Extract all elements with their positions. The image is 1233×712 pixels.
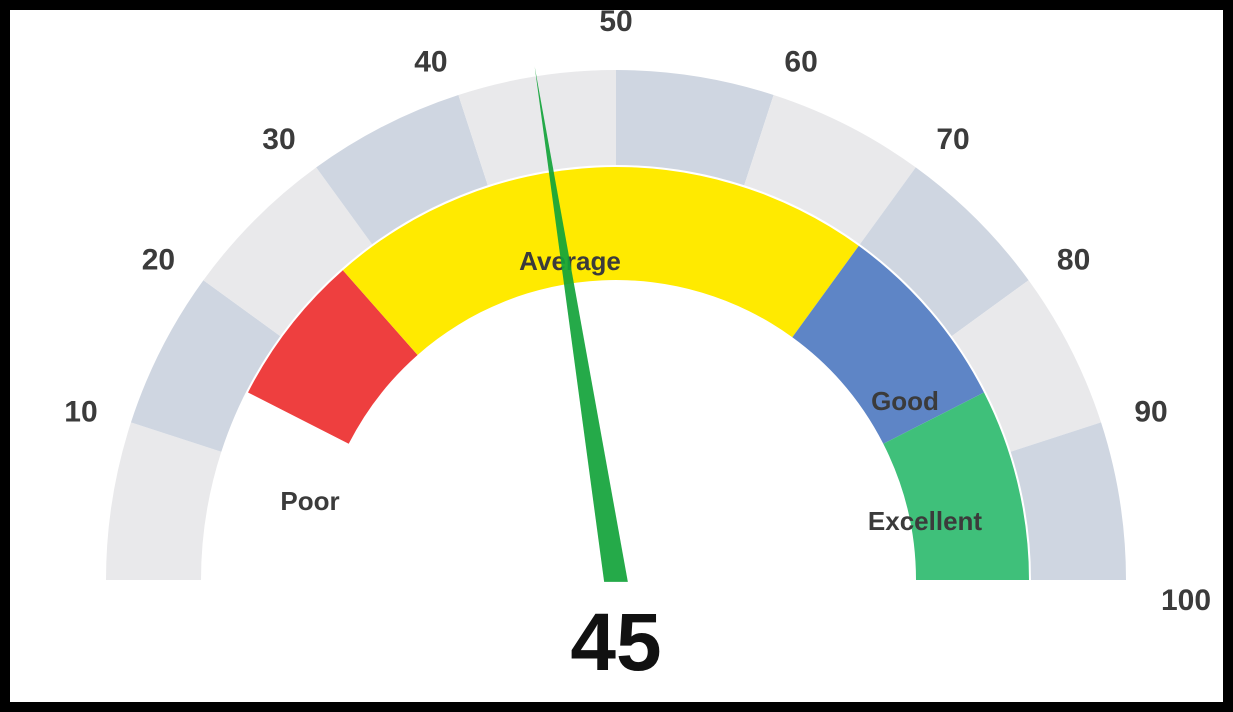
gauge-frame: 102030405060708090100 PoorAverageGoodExc… [0,0,1233,712]
gauge-tick-label: 50 [599,10,632,38]
gauge-zone-label-poor: Poor [280,486,339,516]
gauge-tick-label: 60 [784,46,817,79]
gauge-tick-label: 90 [1134,396,1167,429]
gauge-chart: 102030405060708090100 PoorAverageGoodExc… [10,10,1223,702]
gauge-tick-label: 30 [262,123,295,156]
gauge-tick-label: 80 [1057,244,1090,277]
gauge-zone-label-good: Good [871,386,939,416]
gauge-tick-label: 20 [142,244,175,277]
gauge-zone-label-excellent: Excellent [868,506,983,536]
gauge-tick-label: 40 [414,46,447,79]
gauge-tick-label: 100 [1161,584,1211,617]
gauge-tick-label: 10 [64,396,97,429]
gauge-value-label: 45 [570,597,661,688]
gauge-tick-label: 70 [936,123,969,156]
